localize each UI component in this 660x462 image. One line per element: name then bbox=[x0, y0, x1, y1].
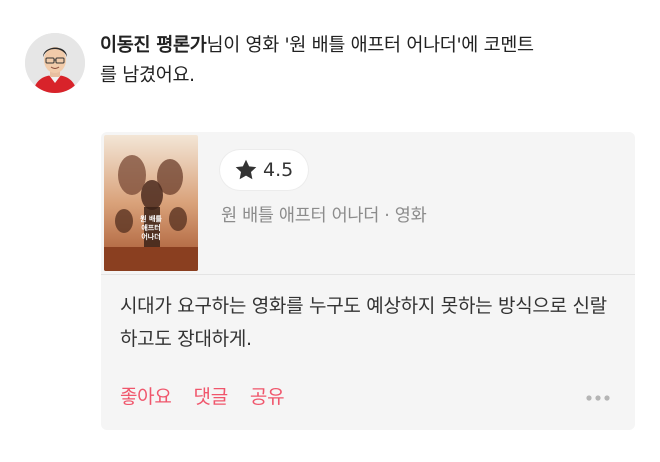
like-button[interactable]: 좋아요 bbox=[120, 382, 172, 409]
comment-card[interactable]: 원 배틀 애프터 어나더 4.5 원 배틀 애프터 어나더 · 영화 시대가 요… bbox=[101, 132, 635, 430]
author-name[interactable]: 이동진 평론가 bbox=[100, 35, 207, 56]
comment-text[interactable]: 시대가 요구하는 영화를 누구도 예상하지 못하는 방식으로 신랄하고도 장대하… bbox=[120, 290, 620, 356]
movie-meta[interactable]: 원 배틀 애프터 어나더 · 영화 bbox=[221, 202, 427, 227]
poster-title-line2: 애프터 bbox=[141, 223, 160, 232]
movie-summary[interactable]: 원 배틀 애프터 어나더 4.5 원 배틀 애프터 어나더 · 영화 bbox=[101, 132, 635, 274]
poster-title-line3: 어나더 bbox=[141, 232, 160, 241]
star-icon bbox=[235, 159, 257, 180]
rating-value: 4.5 bbox=[263, 159, 294, 181]
share-button[interactable]: 공유 bbox=[250, 382, 285, 409]
activity-text-line2: 를 남겼어요. bbox=[100, 65, 195, 86]
reply-button[interactable]: 댓글 bbox=[194, 382, 229, 409]
activity-text: 님이 영화 '원 배틀 애프터 어나더'에 코멘트 bbox=[206, 35, 534, 56]
poster-image: 원 배틀 애프터 어나더 bbox=[104, 135, 198, 271]
comment-actions: 좋아요 댓글 공유 bbox=[120, 382, 285, 409]
avatar[interactable] bbox=[25, 33, 85, 93]
avatar-image bbox=[25, 33, 85, 93]
poster-title-line1: 원 배틀 bbox=[140, 214, 162, 223]
rating-badge: 4.5 bbox=[220, 150, 309, 190]
movie-poster[interactable]: 원 배틀 애프터 어나더 bbox=[104, 135, 198, 271]
more-icon[interactable] bbox=[585, 394, 611, 402]
activity-headline: 이동진 평론가님이 영화 '원 배틀 애프터 어나더'에 코멘트 를 남겼어요. bbox=[100, 31, 640, 91]
card-divider bbox=[101, 274, 635, 275]
